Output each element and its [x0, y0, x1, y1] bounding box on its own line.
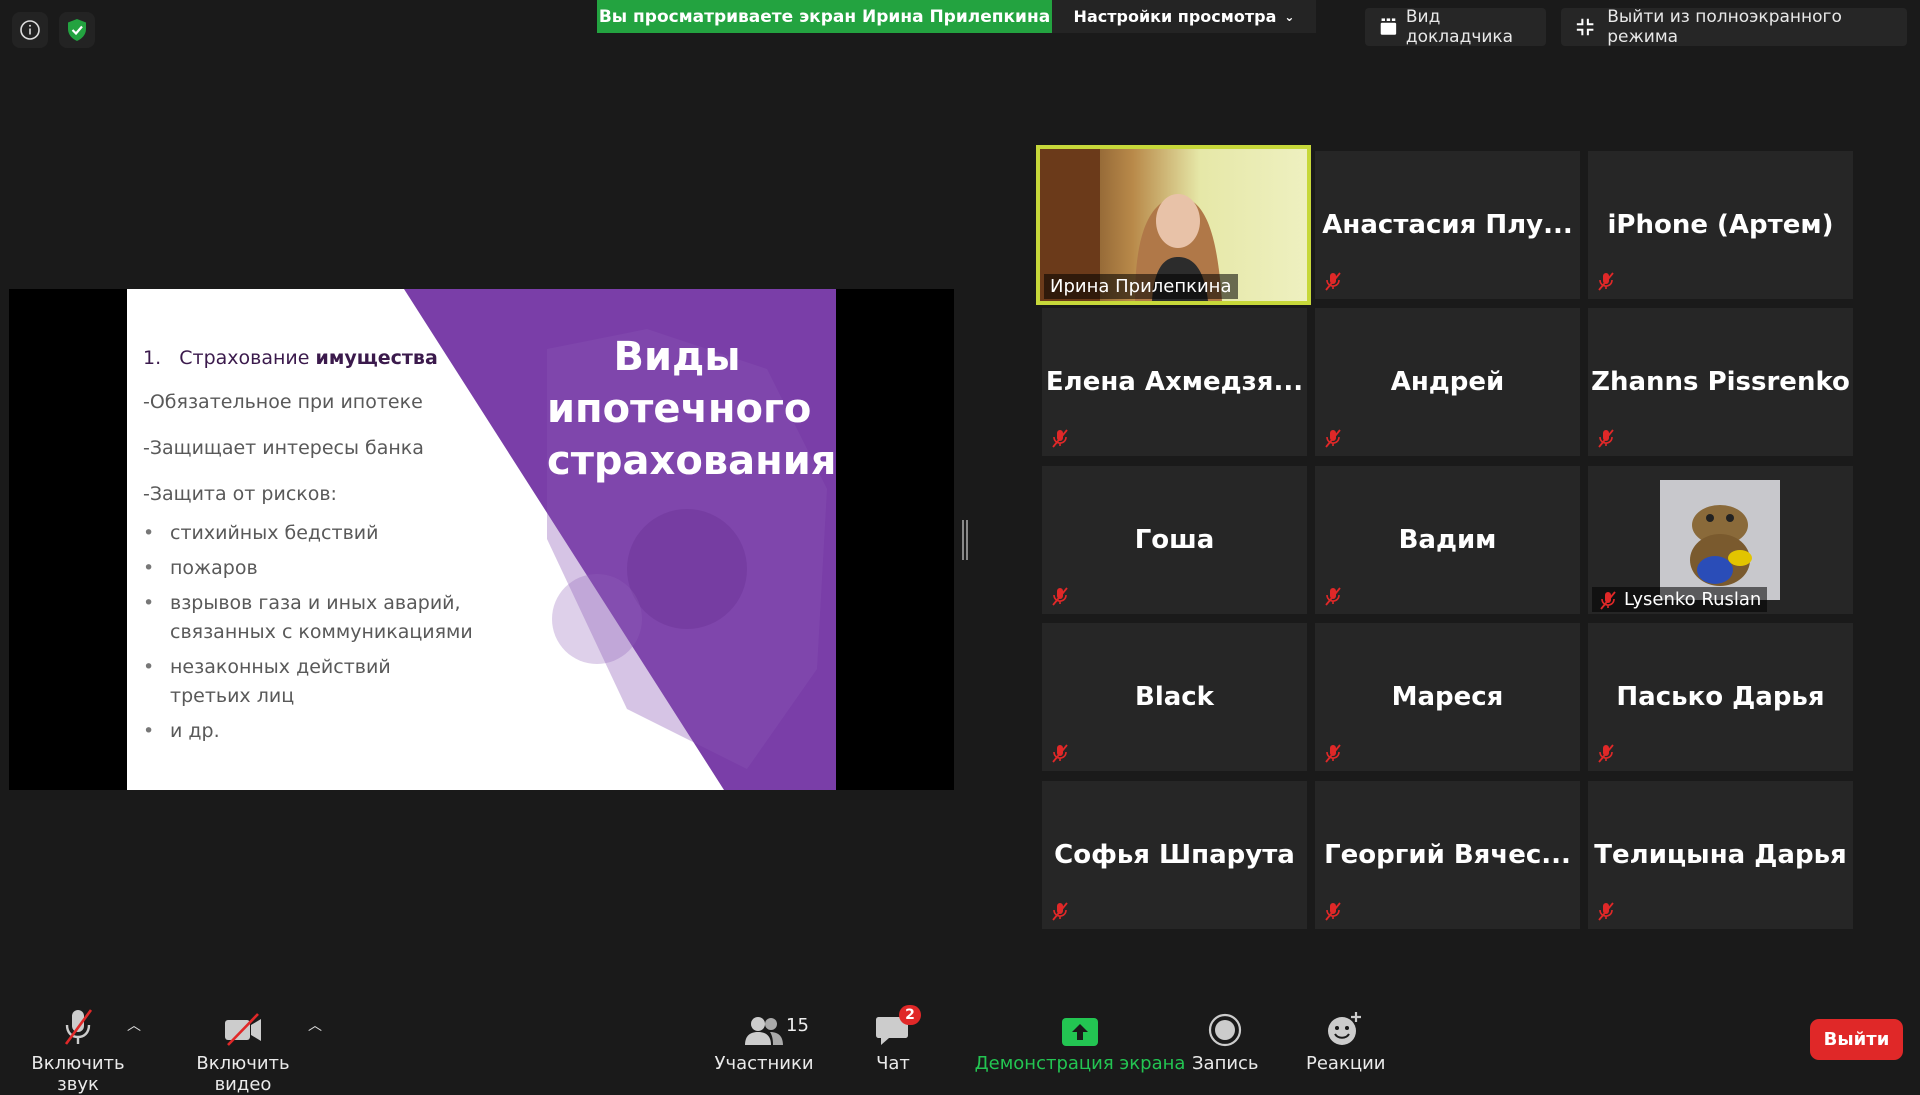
- security-shield-icon[interactable]: [59, 12, 95, 48]
- muted-mic-icon: [1323, 743, 1343, 763]
- view-options-menu[interactable]: Настройки просмотра ⌄: [1052, 0, 1316, 33]
- split-resize-handle[interactable]: [962, 520, 968, 560]
- start-video-button[interactable]: Включить видео: [170, 1003, 316, 1095]
- slide-bullet: • и др.: [143, 720, 220, 742]
- participant-tile[interactable]: Мареся: [1315, 623, 1580, 771]
- camera-off-icon: [225, 1013, 261, 1046]
- participants-count: 15: [786, 1015, 809, 1036]
- muted-mic-icon: [1050, 586, 1070, 606]
- chevron-down-icon: ⌄: [1284, 9, 1295, 24]
- muted-mic-icon: [1323, 271, 1343, 291]
- participant-tile[interactable]: Пасько Дарья: [1588, 623, 1853, 771]
- shared-screen: 1. Страхование имущества -Обязательное п…: [9, 289, 954, 790]
- participant-name: Елена Ахмедзя...: [1045, 367, 1304, 397]
- chat-label: Чат: [876, 1053, 910, 1074]
- participant-name: Пасько Дарья: [1616, 682, 1825, 712]
- slide-bullet: • пожаров: [143, 557, 258, 579]
- record-label: Запись: [1192, 1053, 1259, 1074]
- view-options-label: Настройки просмотра: [1073, 7, 1277, 26]
- reactions-button[interactable]: Реакции: [1306, 1003, 1386, 1074]
- participant-tile[interactable]: Вадим: [1315, 466, 1580, 614]
- participant-avatar: [1660, 480, 1780, 600]
- slide-bullet: • незаконных действий третьих лиц: [143, 656, 391, 707]
- participant-name: Мареся: [1391, 682, 1504, 712]
- participant-name: Гоша: [1134, 525, 1215, 555]
- muted-mic-icon: [1596, 743, 1616, 763]
- speaker-view-icon: [1380, 18, 1397, 35]
- speaker-view-label: Вид докладчика: [1405, 7, 1514, 47]
- record-button[interactable]: Запись: [1192, 1003, 1259, 1074]
- participant-name: iPhone (Артем): [1607, 210, 1834, 240]
- unmute-button[interactable]: Включить звук: [14, 1003, 142, 1095]
- muted-mic-icon: [1323, 901, 1343, 921]
- participants-label: Участники: [714, 1053, 814, 1074]
- share-screen-button[interactable]: Демонстрация экрана: [960, 1003, 1200, 1074]
- muted-mic-icon: [1323, 428, 1343, 448]
- participant-name: Телицына Дарья: [1594, 840, 1847, 870]
- start-video-label: Включить видео: [196, 1053, 290, 1095]
- participant-tile[interactable]: Lysenko Ruslan: [1588, 466, 1853, 614]
- slide-line: -Защищает интересы банка: [143, 437, 424, 459]
- muted-mic-icon: [1596, 901, 1616, 921]
- speaker-view-button[interactable]: Вид докладчика: [1365, 7, 1546, 47]
- participants-icon: [745, 1017, 783, 1045]
- participant-name-caption: Ирина Прилепкина: [1044, 274, 1238, 299]
- participant-name: Вадим: [1398, 525, 1497, 555]
- exit-fullscreen-button[interactable]: Выйти из полноэкранного режима: [1561, 7, 1907, 47]
- reactions-icon: [1328, 1012, 1361, 1045]
- mic-muted-icon: [64, 1009, 93, 1045]
- participant-tile[interactable]: Гоша: [1042, 466, 1307, 614]
- slide-item-heading: 1. Страхование имущества: [143, 347, 438, 369]
- unmute-label: Включить звук: [31, 1053, 125, 1095]
- slide-line: -Защита от рисков:: [143, 483, 337, 505]
- participants-button[interactable]: 15 Участники: [712, 1003, 816, 1074]
- participant-name: Андрей: [1390, 367, 1505, 397]
- muted-mic-icon: [1323, 586, 1343, 606]
- info-icon[interactable]: [12, 12, 48, 48]
- muted-mic-icon: [1596, 271, 1616, 291]
- muted-mic-icon: [1596, 428, 1616, 448]
- slide-bullet: • стихийных бедствий: [143, 522, 379, 544]
- participant-tile[interactable]: Софья Шпарута: [1042, 781, 1307, 929]
- muted-mic-icon: [1050, 743, 1070, 763]
- chat-unread-badge: 2: [899, 1005, 921, 1025]
- chat-button[interactable]: 2 Чат: [868, 1003, 921, 1074]
- exit-fullscreen-label: Выйти из полноэкранного режима: [1607, 7, 1842, 47]
- share-screen-icon: [1062, 1018, 1098, 1046]
- exit-fullscreen-icon: [1576, 18, 1594, 36]
- participant-name: Black: [1135, 682, 1214, 712]
- participant-tile[interactable]: Black: [1042, 623, 1307, 771]
- participant-name: Софья Шпарута: [1054, 840, 1295, 870]
- participant-tile[interactable]: Андрей: [1315, 308, 1580, 456]
- slide-title: Виды ипотечного страхования: [547, 334, 836, 484]
- participant-tile[interactable]: Георгий Вячес...: [1315, 781, 1580, 929]
- muted-mic-icon: [1598, 590, 1618, 610]
- muted-mic-icon: [1050, 428, 1070, 448]
- share-screen-label: Демонстрация экрана: [974, 1053, 1186, 1074]
- participant-tile[interactable]: iPhone (Артем): [1588, 151, 1853, 299]
- slide-bullet: • взрывов газа и иных аварий, связанных с…: [143, 592, 473, 643]
- slide-line: -Обязательное при ипотеке: [143, 391, 423, 413]
- participant-tile[interactable]: Ирина Прилепкина: [1036, 145, 1311, 305]
- participant-tile[interactable]: Телицына Дарья: [1588, 781, 1853, 929]
- participant-name-caption: Lysenko Ruslan: [1592, 587, 1768, 612]
- audio-options-caret[interactable]: ︿: [127, 1015, 141, 1035]
- participant-tile[interactable]: Zhanns Pissrenko: [1588, 308, 1853, 456]
- participant-name: Георгий Вячес...: [1324, 840, 1571, 870]
- participant-name: Анастасия Плу...: [1322, 210, 1573, 240]
- participant-name: Zhanns Pissrenko: [1591, 367, 1850, 397]
- viewing-screen-banner: Вы просматриваете экран Ирина Прилепкина: [597, 0, 1052, 33]
- participant-tile[interactable]: Елена Ахмедзя...: [1042, 308, 1307, 456]
- muted-mic-icon: [1050, 901, 1070, 921]
- presentation-slide: 1. Страхование имущества -Обязательное п…: [127, 289, 836, 790]
- participant-tile[interactable]: Анастасия Плу...: [1315, 151, 1580, 299]
- video-options-caret[interactable]: ︿: [308, 1015, 322, 1035]
- leave-meeting-button[interactable]: Выйти: [1810, 1019, 1903, 1060]
- reactions-label: Реакции: [1306, 1053, 1386, 1074]
- slide-content: 1. Страхование имущества -Обязательное п…: [143, 347, 473, 752]
- record-icon: [1208, 1013, 1242, 1047]
